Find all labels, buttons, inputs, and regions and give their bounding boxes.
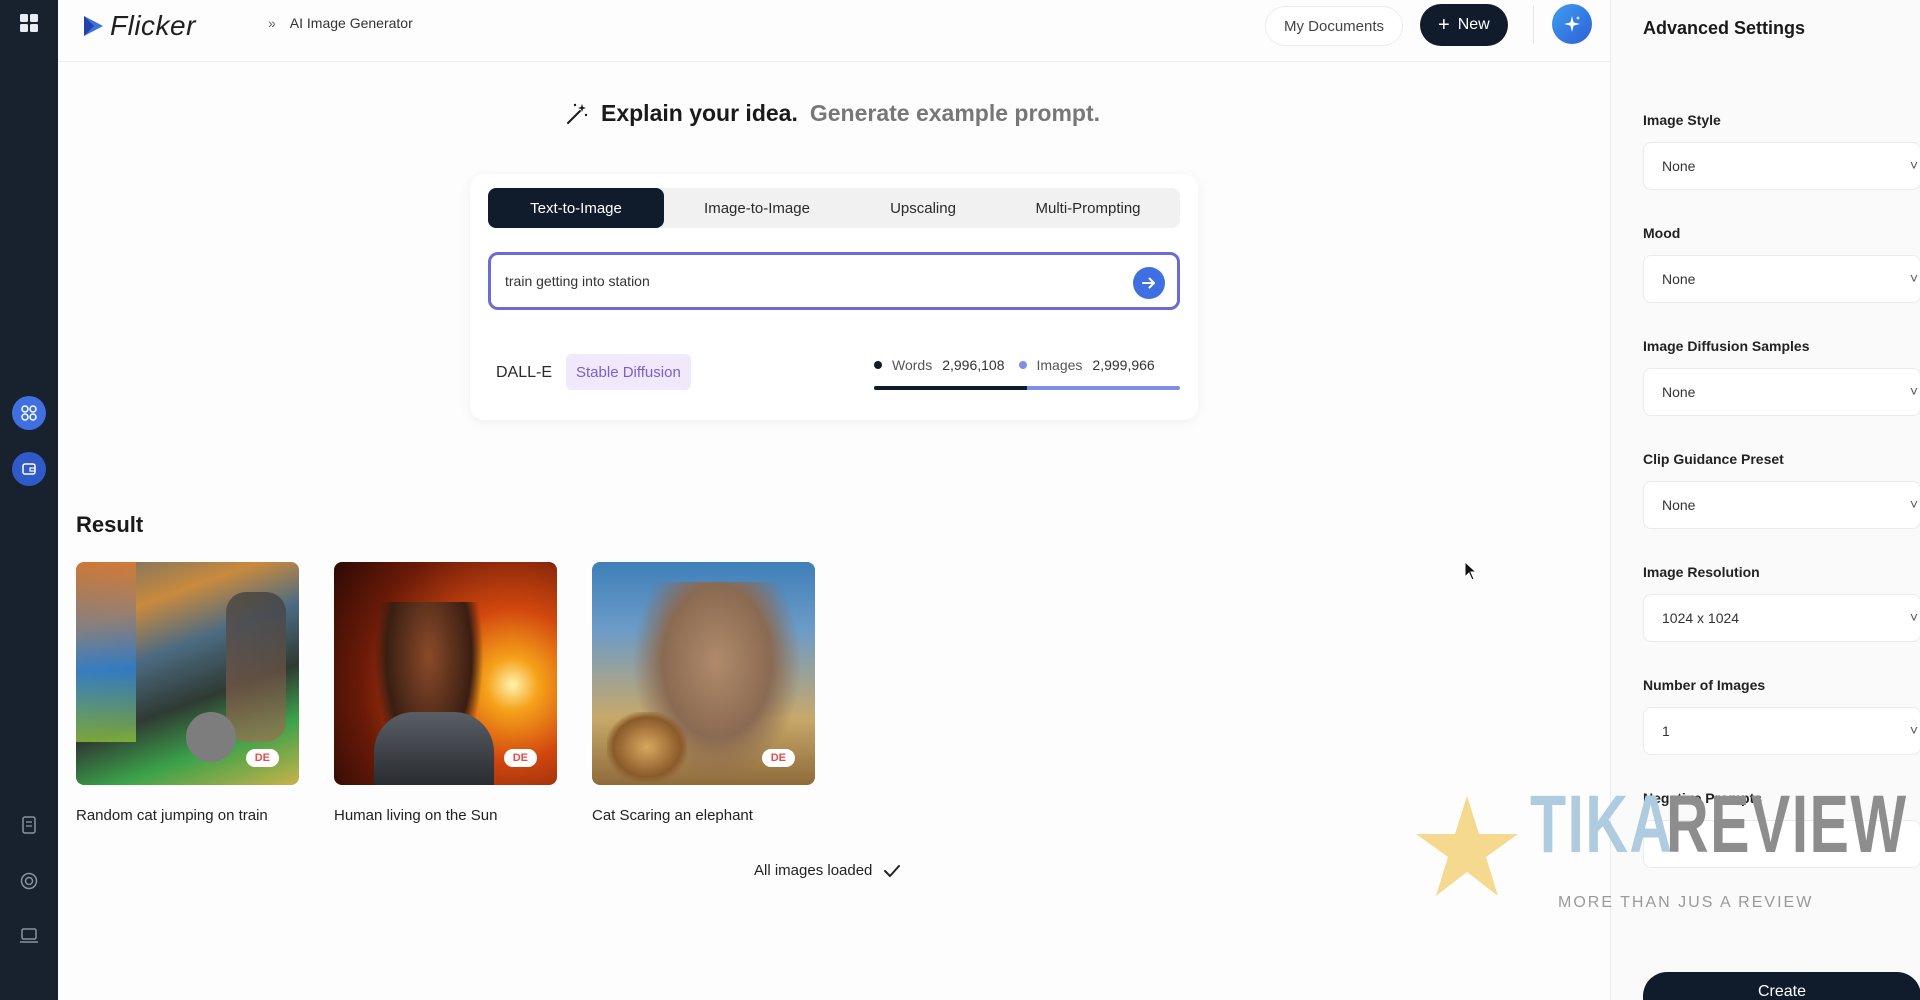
- flicker-logo[interactable]: Flicker: [80, 10, 196, 42]
- image-resolution-select[interactable]: 1024 x 1024 ˅: [1643, 594, 1920, 642]
- de-badge: DE: [761, 749, 795, 767]
- sparkle-icon: [1564, 16, 1580, 32]
- logo-text: Flicker: [110, 10, 196, 41]
- model-stable-diffusion-option[interactable]: Stable Diffusion: [566, 354, 691, 390]
- result-heading: Result: [76, 512, 144, 537]
- chevron-down-icon: ˅: [1909, 496, 1918, 512]
- watermark-tagline: MORE THAN JUS A REVIEW: [1558, 894, 1814, 911]
- mode-tabs: Text-to-Image Image-to-Image Upscaling M…: [488, 188, 1180, 228]
- apps-grid-icon[interactable]: [0, 14, 58, 32]
- generate-example-prompt-link[interactable]: Generate example prompt.: [810, 100, 1100, 127]
- chevron-down-icon: ˅: [1909, 722, 1918, 738]
- chevron-down-icon: ˅: [1909, 270, 1918, 286]
- words-label: Words: [892, 357, 933, 373]
- check-icon: [884, 864, 901, 877]
- result-caption: Random cat jumping on train: [76, 807, 268, 824]
- support-nav-icon[interactable]: [0, 872, 58, 890]
- image-resolution-value: 1024 x 1024: [1662, 610, 1740, 626]
- tab-text-to-image[interactable]: Text-to-Image: [488, 188, 664, 228]
- divider: [1533, 6, 1534, 44]
- new-button[interactable]: + New: [1420, 4, 1508, 46]
- image-style-label: Image Style: [1643, 112, 1721, 128]
- my-documents-button[interactable]: My Documents: [1265, 6, 1404, 46]
- words-value: 2,996,108: [942, 357, 1005, 373]
- image-style-value: None: [1662, 158, 1696, 174]
- breadcrumb-current: AI Image Generator: [289, 15, 413, 31]
- double-chevron-icon[interactable]: »: [268, 15, 276, 31]
- diffusion-samples-select[interactable]: None ˅: [1643, 368, 1920, 416]
- status-text: All images loaded: [754, 862, 873, 879]
- result-image-cat-train[interactable]: DE: [76, 562, 299, 785]
- result-item[interactable]: DE Random cat jumping on train: [76, 562, 299, 824]
- left-rail: [0, 0, 58, 1000]
- image-style-select[interactable]: None ˅: [1643, 142, 1920, 190]
- headline-primary: Explain your idea.: [601, 100, 798, 126]
- top-bar: Flicker » AI Image Generator My Document…: [58, 0, 1610, 62]
- plus-icon: +: [1438, 14, 1450, 36]
- new-button-label: New: [1457, 16, 1490, 33]
- arrow-right-icon: [1142, 277, 1155, 289]
- chevron-down-icon: ˅: [1909, 157, 1918, 173]
- words-legend-dot: [874, 361, 882, 369]
- model-dalle-option[interactable]: DALL-E: [496, 364, 552, 382]
- images-value: 2,999,966: [1092, 357, 1155, 373]
- usage-bar-fill: [874, 386, 1027, 390]
- tab-image-to-image[interactable]: Image-to-Image: [664, 188, 850, 228]
- ai-sparkle-button[interactable]: [1552, 4, 1592, 44]
- usage-bar: [874, 386, 1180, 390]
- result-caption: Cat Scaring an elephant: [592, 807, 753, 824]
- watermark: TIKA REVIEW MORE THAN JUS A REVIEW: [1412, 779, 1906, 922]
- mood-select[interactable]: None ˅: [1643, 255, 1920, 303]
- images-legend-dot: [1018, 361, 1027, 369]
- tab-multi-prompting[interactable]: Multi-Prompting: [996, 188, 1180, 228]
- monitor-nav-icon[interactable]: [0, 928, 58, 944]
- wallet-nav-icon[interactable]: [0, 452, 58, 486]
- document-nav-icon[interactable]: [0, 816, 58, 834]
- result-item[interactable]: DE Human living on the Sun: [334, 562, 557, 824]
- prompt-input[interactable]: [505, 269, 1105, 293]
- result-caption: Human living on the Sun: [334, 807, 498, 824]
- generator-card: Text-to-Image Image-to-Image Upscaling M…: [470, 174, 1198, 420]
- number-of-images-value: 1: [1662, 723, 1670, 739]
- diffusion-samples-value: None: [1662, 384, 1696, 400]
- image-resolution-label: Image Resolution: [1643, 564, 1760, 580]
- play-logo-icon: [84, 16, 103, 36]
- dashboard-nav-icon[interactable]: [0, 396, 58, 430]
- chevron-down-icon: ˅: [1909, 609, 1918, 625]
- submit-prompt-button[interactable]: [1133, 267, 1165, 299]
- mood-label: Mood: [1643, 225, 1681, 241]
- result-image-human-sun[interactable]: DE: [334, 562, 557, 785]
- all-images-loaded-status: All images loaded: [754, 862, 901, 879]
- number-of-images-select[interactable]: 1 ˅: [1643, 707, 1920, 755]
- star-icon: [1416, 796, 1518, 896]
- usage-stats: Words 2,996,108 Images 2,999,966: [874, 357, 1155, 373]
- breadcrumb: » AI Image Generator: [268, 15, 413, 31]
- clip-guidance-value: None: [1662, 497, 1696, 513]
- create-button[interactable]: Create: [1643, 972, 1920, 1000]
- mouse-cursor-icon: [1464, 561, 1478, 581]
- panel-title: Advanced Settings: [1643, 18, 1806, 38]
- clip-guidance-select[interactable]: None ˅: [1643, 481, 1920, 529]
- prompt-box: [488, 252, 1180, 310]
- watermark-word-1: TIKA: [1530, 779, 1674, 870]
- tab-upscaling[interactable]: Upscaling: [850, 188, 996, 228]
- result-item[interactable]: DE Cat Scaring an elephant: [592, 562, 815, 824]
- clip-guidance-label: Clip Guidance Preset: [1643, 451, 1784, 467]
- chevron-down-icon: ˅: [1909, 383, 1918, 399]
- images-label: Images: [1036, 357, 1083, 373]
- diffusion-samples-label: Image Diffusion Samples: [1643, 338, 1810, 354]
- number-of-images-label: Number of Images: [1643, 677, 1766, 693]
- watermark-word-2: REVIEW: [1666, 779, 1908, 870]
- mood-value: None: [1662, 271, 1696, 287]
- de-badge: DE: [503, 749, 537, 767]
- de-badge: DE: [245, 749, 279, 767]
- result-image-cat-elephant[interactable]: DE: [592, 562, 815, 785]
- headline: Explain your idea. Generate example prom…: [565, 100, 1100, 127]
- magic-wand-icon[interactable]: [565, 102, 589, 126]
